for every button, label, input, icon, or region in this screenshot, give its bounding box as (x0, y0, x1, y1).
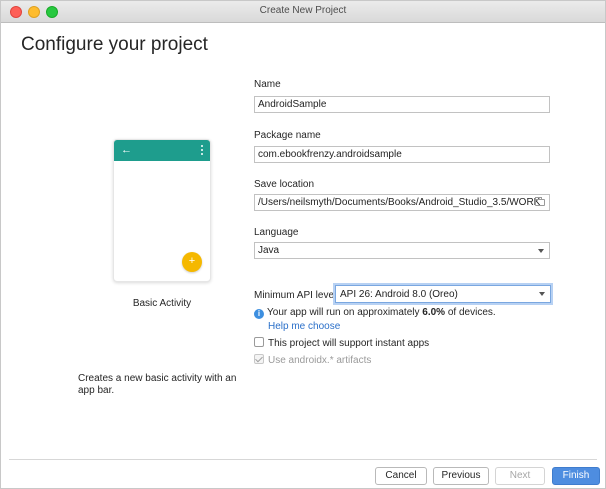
back-arrow-icon: ← (121, 144, 132, 156)
api-coverage-info: i Your app will run on approximately 6.0%… (254, 307, 496, 319)
info-icon: i (254, 309, 264, 319)
template-name: Basic Activity (132, 298, 192, 309)
save-location-label: Save location (254, 179, 315, 190)
footer-divider (9, 459, 597, 460)
min-api-select[interactable]: API 26: Android 8.0 (Oreo) (335, 285, 551, 303)
min-api-label: Minimum API level (254, 290, 337, 301)
cancel-button[interactable]: Cancel (375, 467, 427, 485)
language-value: Java (258, 245, 280, 256)
androidx-row: Use androidx.* artifacts (254, 354, 371, 366)
save-location-field[interactable]: /Users/neilsmyth/Documents/Books/Android… (254, 194, 550, 211)
help-me-choose-link[interactable]: Help me choose (268, 321, 340, 332)
min-api-value: API 26: Android 8.0 (Oreo) (340, 289, 458, 300)
language-select[interactable]: Java (254, 242, 550, 259)
page-title: Configure your project (21, 34, 208, 55)
finish-button[interactable]: Finish (552, 467, 600, 485)
androidx-label: Use androidx.* artifacts (268, 355, 372, 366)
info-suffix: of devices. (445, 307, 496, 318)
name-label: Name (254, 79, 281, 90)
language-label: Language (254, 227, 299, 238)
instant-apps-checkbox[interactable] (254, 337, 264, 347)
preview-app-bar: ← (114, 140, 210, 161)
template-description: Creates a new basic activity with an app… (78, 373, 237, 396)
package-name-field[interactable]: com.ebookfrenzy.androidsample (254, 146, 550, 163)
create-project-window: Create New Project Configure your projec… (0, 0, 606, 489)
name-field[interactable]: AndroidSample (254, 96, 550, 113)
folder-icon[interactable] (535, 197, 545, 206)
info-percent: 6.0% (422, 307, 446, 318)
window-title: Create New Project (259, 5, 347, 16)
overflow-menu-icon (201, 145, 204, 156)
chevron-down-icon (538, 249, 544, 253)
instant-apps-label: This project will support instant apps (268, 338, 430, 349)
previous-button[interactable]: Previous (433, 467, 489, 485)
chevron-down-icon (539, 292, 545, 296)
androidx-checkbox (254, 354, 264, 364)
fab-plus-icon: + (182, 252, 202, 272)
title-bar: Create New Project (1, 1, 605, 23)
package-name-label: Package name (254, 130, 321, 141)
next-button[interactable]: Next (495, 467, 545, 485)
instant-apps-row[interactable]: This project will support instant apps (254, 337, 429, 349)
save-location-value: /Users/neilsmyth/Documents/Books/Android… (258, 197, 541, 208)
info-prefix: Your app will run on approximately (267, 307, 423, 318)
activity-preview: ← + (113, 139, 211, 282)
